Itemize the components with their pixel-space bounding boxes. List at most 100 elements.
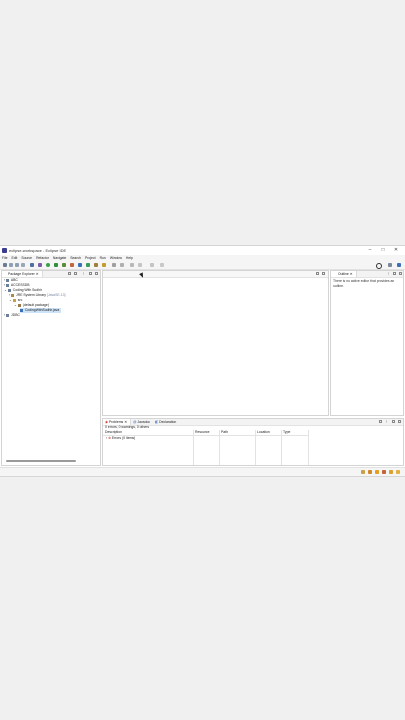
- column-location[interactable]: Location: [257, 430, 270, 435]
- forward-icon[interactable]: [138, 263, 142, 267]
- status-icon-1[interactable]: [361, 470, 365, 474]
- window-title: eclipse-workspace - Eclipse IDE: [9, 248, 67, 253]
- print-icon[interactable]: [21, 263, 25, 267]
- tab-label: Declaration: [159, 420, 177, 424]
- maximize-view-icon[interactable]: [399, 272, 402, 275]
- package-explorer-panel: Package Explorer ✕ ⋮ › ABC › ACCESSDB ⌄ …: [1, 270, 101, 466]
- column-resource[interactable]: Resource: [195, 430, 210, 435]
- eclipse-logo-icon: [2, 248, 7, 253]
- package-icon: [17, 303, 21, 307]
- status-bar: [0, 467, 405, 476]
- outline-tabbar: Outline ✕ ⋮: [331, 271, 403, 278]
- collapsed-chevron-icon: ›: [4, 283, 6, 287]
- tree-label: JRE System Library: [16, 293, 47, 297]
- error-icon: ⊗: [108, 436, 111, 440]
- view-menu-icon[interactable]: ⋮: [387, 272, 390, 275]
- status-icon-6[interactable]: [396, 470, 400, 474]
- minimize-view-icon[interactable]: [392, 420, 395, 423]
- tab-outline[interactable]: Outline ✕: [331, 271, 357, 277]
- package-explorer-tabbar: Package Explorer ✕ ⋮: [2, 271, 100, 278]
- save-icon[interactable]: [9, 263, 13, 267]
- search-icon[interactable]: [376, 263, 382, 269]
- link-editor-icon[interactable]: [74, 272, 77, 275]
- maximize-view-icon[interactable]: [95, 272, 98, 275]
- minimize-button[interactable]: –: [365, 246, 375, 255]
- new-class-icon[interactable]: [86, 263, 90, 267]
- annotation-prev-icon[interactable]: [120, 263, 124, 267]
- table-row[interactable]: › ⊗ Errors (0 items): [106, 436, 135, 441]
- status-icon-5[interactable]: [389, 470, 393, 474]
- close-button[interactable]: ✕: [391, 246, 401, 255]
- run-icon[interactable]: [46, 263, 50, 267]
- tree-item-jdbc[interactable]: › JDBC: [4, 313, 20, 318]
- expanded-chevron-icon: ⌄: [14, 303, 17, 307]
- java-file-icon: [20, 308, 23, 312]
- minimize-view-icon[interactable]: [393, 272, 396, 275]
- title-bar: eclipse-workspace - Eclipse IDE – □ ✕: [0, 246, 405, 255]
- column-divider: [193, 430, 194, 465]
- maximize-view-icon[interactable]: [398, 420, 401, 423]
- run-dropdown-icon[interactable]: [54, 263, 58, 267]
- tab-label: Javadoc: [137, 420, 151, 424]
- minimize-editor-icon[interactable]: [316, 272, 319, 275]
- status-icon-4[interactable]: [382, 470, 386, 474]
- save-all-icon[interactable]: [15, 263, 19, 267]
- new-icon[interactable]: [3, 263, 7, 267]
- status-icon-3[interactable]: [375, 470, 379, 474]
- declaration-icon: ◧: [155, 420, 159, 424]
- collapse-all-icon[interactable]: [68, 272, 71, 275]
- back-icon[interactable]: [130, 263, 134, 267]
- terminal-icon[interactable]: [30, 263, 34, 267]
- editor-area: [102, 270, 329, 416]
- java-perspective-icon[interactable]: [397, 263, 401, 267]
- view-menu-icon[interactable]: ⋮: [385, 420, 388, 423]
- project-icon: [6, 278, 10, 282]
- eclipse-window: eclipse-workspace - Eclipse IDE – □ ✕ Fi…: [0, 245, 405, 477]
- tree-label: CodingWithSudhir.java: [24, 308, 60, 312]
- maximize-editor-icon[interactable]: [322, 272, 325, 275]
- tree-label: ACCESSDB: [10, 283, 30, 287]
- column-description[interactable]: Description: [105, 430, 122, 435]
- horizontal-scrollbar[interactable]: [6, 460, 76, 462]
- column-path[interactable]: Path: [221, 430, 228, 435]
- outline-message: There is no active editor that provides …: [333, 279, 395, 288]
- minimize-view-icon[interactable]: [89, 272, 92, 275]
- open-type-icon[interactable]: [94, 263, 98, 267]
- view-menu-icon[interactable]: ⋮: [82, 272, 85, 275]
- outline-panel: Outline ✕ ⋮ There is no active editor th…: [330, 270, 404, 416]
- collapsed-chevron-icon: ›: [106, 436, 108, 440]
- pin-editor-icon[interactable]: [160, 263, 164, 267]
- main-toolbar: [0, 261, 405, 270]
- javadoc-icon: @: [133, 420, 137, 424]
- column-divider: [219, 430, 220, 465]
- project-icon: [6, 283, 10, 287]
- collapsed-chevron-icon: ›: [9, 293, 11, 297]
- new-package-icon[interactable]: [78, 263, 82, 267]
- library-icon: [11, 293, 15, 297]
- column-divider: [281, 430, 282, 465]
- tree-item-java-file[interactable]: CodingWithSudhir.java: [20, 308, 62, 313]
- column-divider: [308, 430, 309, 465]
- tree-label: ABC: [10, 278, 18, 282]
- debug-icon[interactable]: [38, 263, 42, 267]
- tree-label: src: [17, 298, 23, 302]
- external-tools-icon[interactable]: [62, 263, 66, 267]
- collapsed-chevron-icon: ›: [4, 313, 6, 317]
- open-perspective-icon[interactable]: [388, 263, 392, 267]
- tab-package-explorer[interactable]: Package Explorer ✕: [2, 271, 43, 277]
- maximize-button[interactable]: □: [378, 246, 388, 255]
- expanded-chevron-icon: ⌄: [9, 298, 12, 302]
- tree-suffix: [JavaSE-13]: [46, 293, 66, 297]
- project-icon: [7, 288, 11, 292]
- tree-label: (default package): [22, 303, 49, 307]
- collapsed-chevron-icon: ›: [4, 278, 6, 282]
- column-type[interactable]: Type: [283, 430, 290, 435]
- annotation-next-icon[interactable]: [112, 263, 116, 267]
- search-toolbar-icon[interactable]: [102, 263, 106, 267]
- last-edit-icon[interactable]: [150, 263, 154, 267]
- tree-label: JDBC: [11, 313, 20, 317]
- tab-declaration[interactable]: ◧ Declaration: [155, 419, 176, 425]
- new-java-project-icon[interactable]: [70, 263, 74, 267]
- status-icon-2[interactable]: [368, 470, 372, 474]
- filter-icon[interactable]: [379, 420, 382, 423]
